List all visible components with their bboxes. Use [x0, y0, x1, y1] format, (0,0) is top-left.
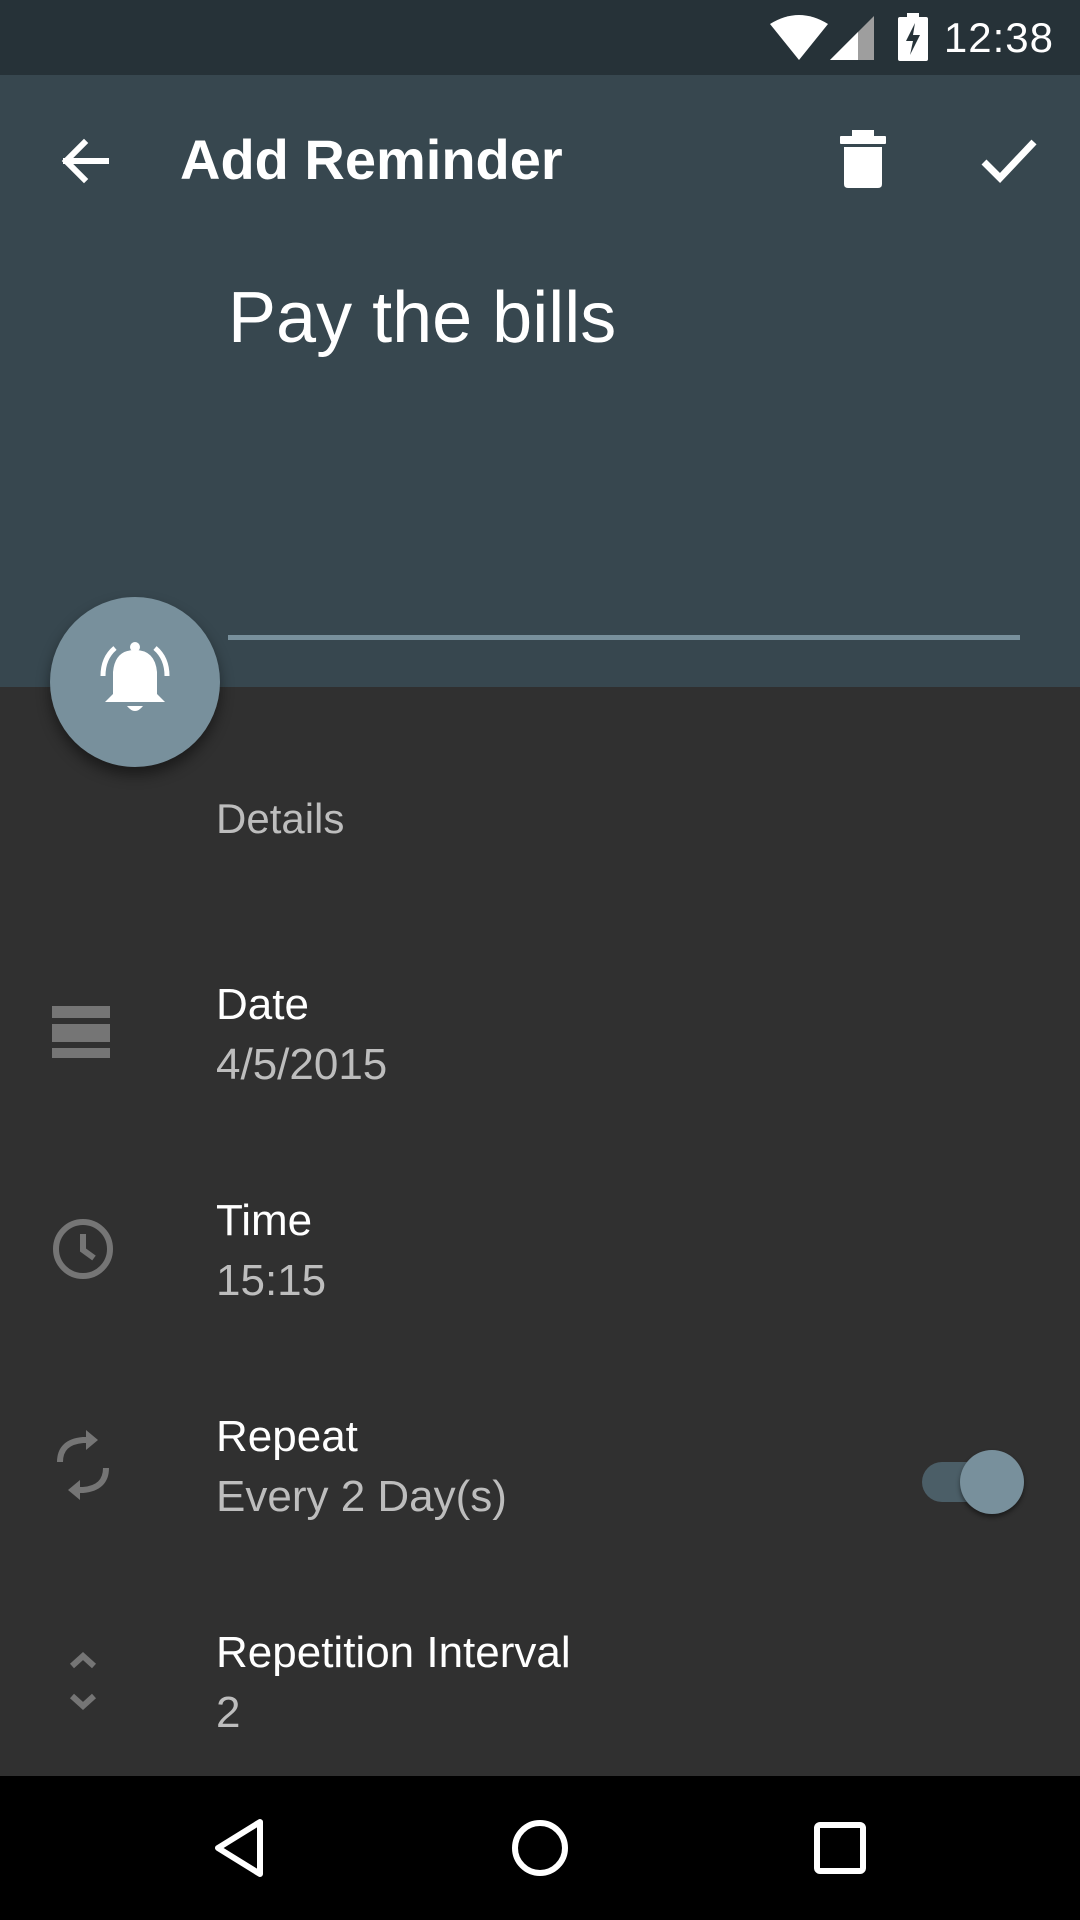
repeat-label: Repeat	[216, 1412, 358, 1461]
back-triangle-icon[interactable]	[208, 1816, 272, 1880]
bell-ringing-icon	[100, 642, 170, 711]
calendar-icon	[52, 1006, 110, 1058]
status-bar: 12:38	[0, 0, 1080, 75]
time-label: Time	[216, 1196, 313, 1245]
battery-charging-icon	[898, 13, 928, 61]
switch-thumb	[960, 1450, 1024, 1514]
details-section-label: Details	[216, 795, 345, 842]
arrow-back-icon[interactable]	[54, 131, 114, 191]
time-value: 15:15	[216, 1256, 327, 1305]
repeat-value: Every 2 Day(s)	[216, 1472, 507, 1521]
clock-icon	[53, 1219, 113, 1279]
repetition-interval-row[interactable]: Repetition Interval 2	[0, 1628, 1080, 1788]
reminder-title-input[interactable]: Pay the bills	[228, 277, 1018, 359]
reminder-fab[interactable]	[50, 597, 220, 767]
toolbar-title: Add Reminder	[180, 128, 563, 191]
cell-signal-icon	[830, 16, 874, 60]
reminder-header: Add Reminder Pay the bills	[0, 75, 1080, 687]
date-label: Date	[216, 980, 309, 1029]
date-value: 4/5/2015	[216, 1040, 388, 1089]
repeat-row[interactable]: Repeat Every 2 Day(s)	[0, 1412, 1080, 1572]
recents-square-icon[interactable]	[808, 1816, 872, 1880]
title-underline	[228, 635, 1020, 640]
unfold-icon	[69, 1651, 97, 1711]
date-row[interactable]: Date 4/5/2015	[0, 980, 1080, 1140]
status-time: 12:38	[943, 14, 1054, 61]
repetition-interval-label: Repetition Interval	[216, 1628, 571, 1677]
navigation-bar	[0, 1776, 1080, 1920]
repeat-switch[interactable]	[918, 1446, 1026, 1518]
trash-icon[interactable]	[838, 130, 888, 190]
check-icon[interactable]	[978, 130, 1038, 190]
repeat-icon	[57, 1430, 109, 1500]
time-row[interactable]: Time 15:15	[0, 1196, 1080, 1356]
home-circle-icon[interactable]	[508, 1816, 572, 1880]
wifi-icon	[770, 15, 828, 60]
repetition-interval-value: 2	[216, 1688, 241, 1737]
